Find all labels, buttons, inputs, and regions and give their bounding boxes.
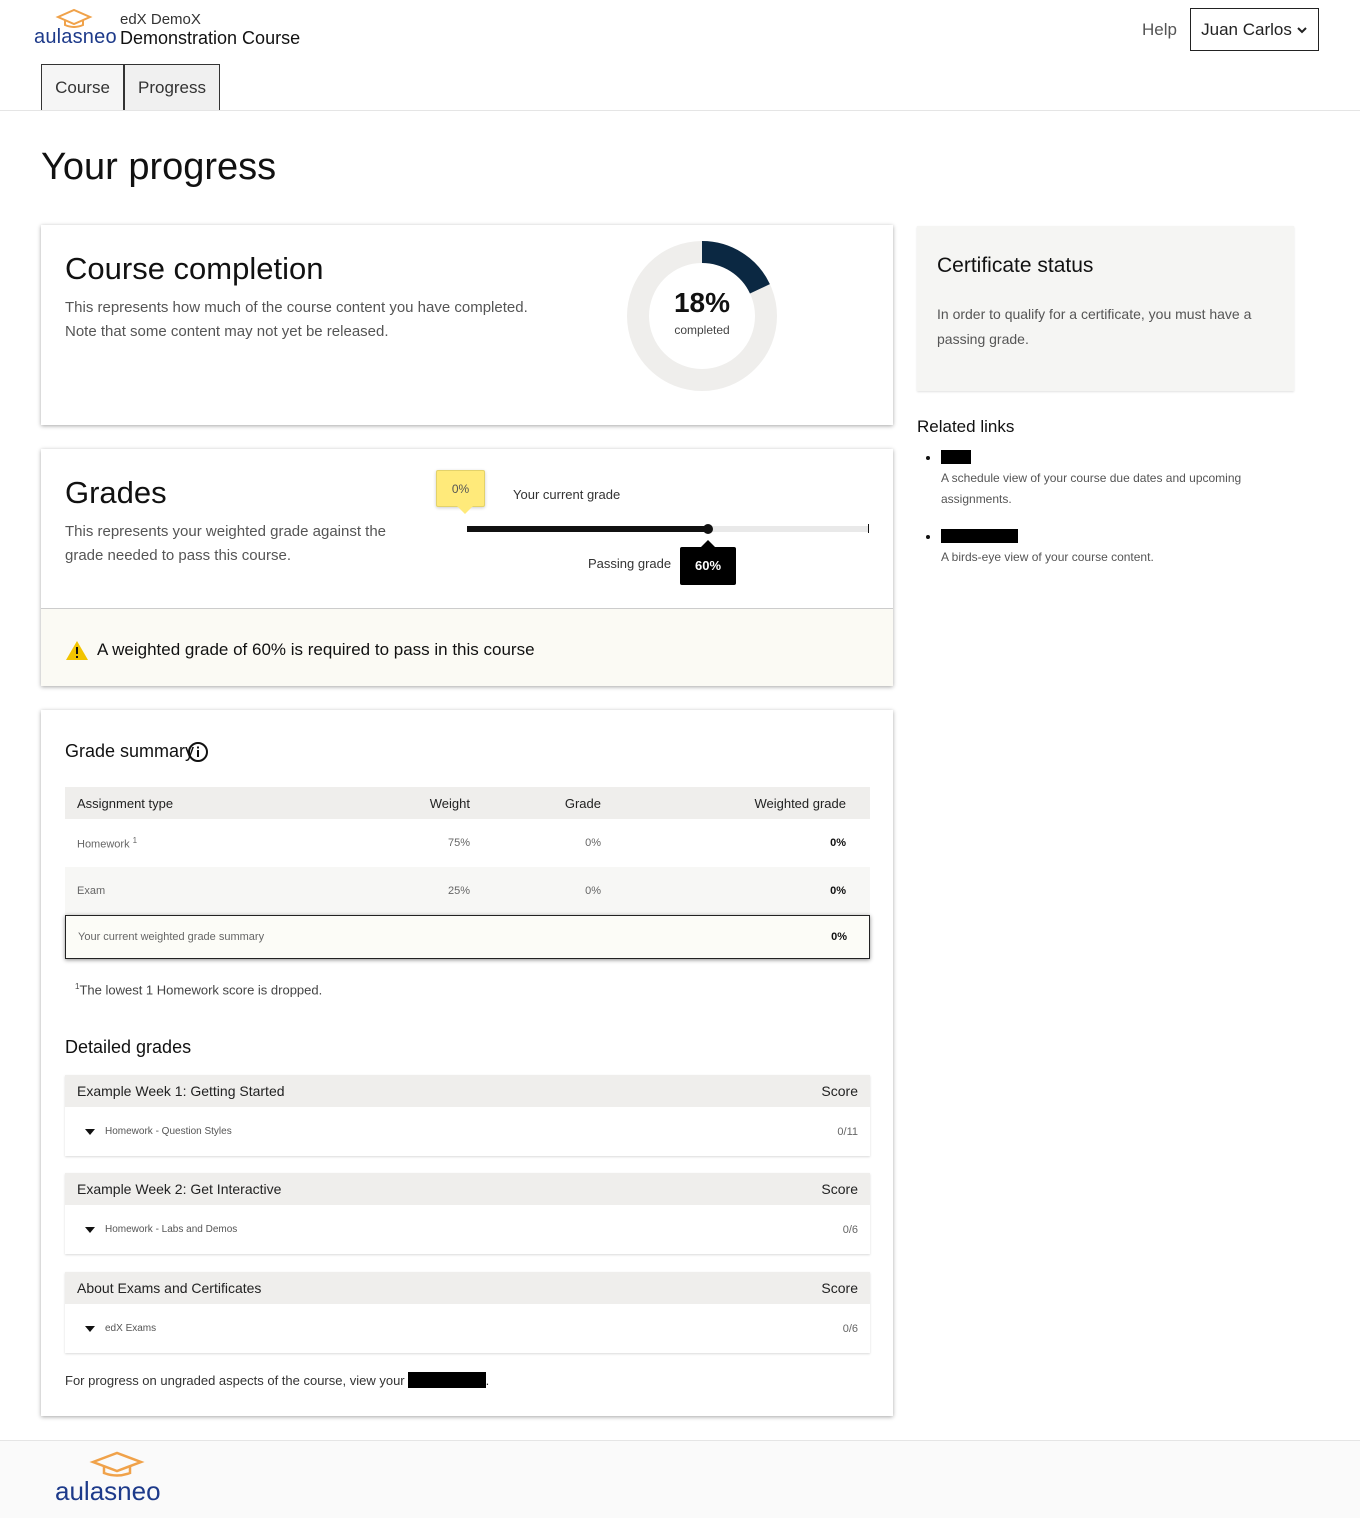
footnote-marker: 1 bbox=[132, 835, 138, 845]
course-org: edX DemoX bbox=[120, 11, 201, 28]
subsection-row[interactable]: edX Exams 0/6 bbox=[65, 1304, 870, 1353]
redacted-link[interactable] bbox=[941, 450, 971, 464]
subsection-row[interactable]: Homework - Question Styles 0/11 bbox=[65, 1107, 870, 1156]
passing-grade-marker bbox=[703, 524, 714, 534]
certificate-title: Certificate status bbox=[937, 254, 1094, 277]
subsection-score: 0/6 bbox=[842, 1322, 858, 1335]
subsection-name[interactable]: Homework - Labs and Demos bbox=[105, 1224, 237, 1235]
passing-grade-fill bbox=[467, 526, 709, 532]
caret-down-icon[interactable] bbox=[85, 1226, 95, 1233]
list-bullet bbox=[926, 456, 930, 460]
warning-icon bbox=[66, 641, 88, 660]
chevron-down-icon bbox=[1297, 26, 1307, 33]
current-grade-tooltip: 0% bbox=[436, 470, 485, 514]
graduation-cap-icon bbox=[89, 1451, 145, 1477]
weighted-grade-value: 0% bbox=[830, 885, 846, 897]
passing-grade-tooltip: 60% bbox=[680, 540, 736, 585]
related-link-description: A birds-eye view of your course content. bbox=[941, 550, 1154, 564]
header-weighted-grade: Weighted grade bbox=[754, 795, 846, 811]
info-icon[interactable] bbox=[187, 741, 209, 763]
ungraded-end: . bbox=[485, 1372, 490, 1388]
detailed-grade-group: About Exams and Certificates Score edX E… bbox=[65, 1272, 870, 1353]
certificate-status-card: Certificate status In order to qualify f… bbox=[917, 226, 1294, 391]
header-assignment-type: Assignment type bbox=[77, 795, 174, 811]
grades-card: Grades This represents your weighted gra… bbox=[41, 449, 893, 686]
grade-bar bbox=[467, 524, 869, 534]
assignment-type: Homework bbox=[77, 838, 130, 851]
score-header: Score bbox=[821, 1280, 858, 1296]
list-bullet bbox=[926, 535, 930, 539]
grades-top: Grades This represents your weighted gra… bbox=[41, 449, 893, 609]
header-grade: Grade bbox=[564, 795, 601, 811]
grade-bar-end bbox=[868, 524, 869, 533]
related-link-description: A schedule view of your course due dates… bbox=[941, 471, 1242, 506]
subsection-score: 0/11 bbox=[837, 1125, 858, 1138]
detailed-grade-group: Example Week 1: Getting Started Score Ho… bbox=[65, 1075, 870, 1156]
site-header: aulasneo edX DemoX Demonstration Course … bbox=[0, 0, 1360, 111]
related-links-title: Related links bbox=[917, 417, 1015, 436]
grades-description: This represents your weighted grade agai… bbox=[65, 523, 387, 564]
site-footer bbox=[0, 1440, 1360, 1518]
total-row: Your current weighted grade summary 0% bbox=[65, 915, 870, 959]
course-completion-card: Course completion This represents how mu… bbox=[41, 225, 893, 425]
ungraded-progress-note: For progress on ungraded aspects of the … bbox=[65, 1372, 489, 1388]
completion-percent: 18% bbox=[673, 287, 731, 318]
redacted-link[interactable] bbox=[407, 1372, 486, 1388]
section-name: Example Week 2: Get Interactive bbox=[77, 1181, 282, 1197]
grade-requirement-text: A weighted grade of 60% is required to p… bbox=[97, 640, 535, 659]
table-row: Homework 1 75% 0% 0% bbox=[65, 819, 870, 867]
grade-value: 0% bbox=[585, 885, 601, 897]
score-header: Score bbox=[821, 1181, 858, 1197]
total-value: 0% bbox=[831, 931, 847, 943]
user-menu-button[interactable]: Juan Carlos bbox=[1190, 8, 1319, 51]
brand-name: aulasneo bbox=[34, 26, 117, 48]
assignment-type: Exam bbox=[77, 885, 106, 897]
subsection-name[interactable]: Homework - Question Styles bbox=[105, 1126, 232, 1137]
grades-title: Grades bbox=[65, 475, 167, 510]
subsection-score: 0/6 bbox=[842, 1223, 858, 1236]
completion-title: Course completion bbox=[65, 251, 324, 286]
certificate-description: In order to qualify for a certificate, y… bbox=[937, 306, 1252, 347]
weighted-grade-value: 0% bbox=[830, 837, 846, 849]
total-label: Your current weighted grade summary bbox=[78, 931, 265, 943]
page-title: Your progress bbox=[41, 146, 277, 188]
footnote-text: The lowest 1 Homework score is dropped. bbox=[79, 982, 323, 998]
current-grade-label: Your current grade bbox=[513, 487, 621, 502]
table-header: Assignment type Weight Grade Weighted gr… bbox=[65, 787, 870, 819]
section-name: Example Week 1: Getting Started bbox=[77, 1083, 285, 1099]
grade-requirement-banner: A weighted grade of 60% is required to p… bbox=[41, 609, 893, 686]
subsection-name[interactable]: edX Exams bbox=[105, 1323, 156, 1334]
redacted-link[interactable] bbox=[941, 529, 1018, 543]
grade-value: 0% bbox=[585, 837, 601, 849]
table-row: Exam 25% 0% 0% bbox=[65, 867, 870, 915]
course-title: Demonstration Course bbox=[120, 28, 301, 48]
score-header: Score bbox=[821, 1083, 858, 1099]
subsection-row[interactable]: Homework - Labs and Demos 0/6 bbox=[65, 1205, 870, 1254]
tab-course[interactable]: Course bbox=[41, 64, 124, 110]
grade-footnote: 1The lowest 1 Homework score is dropped. bbox=[75, 982, 322, 997]
user-name: Juan Carlos bbox=[1201, 19, 1292, 39]
grade-summary-card: Grade summary Assignment type Weight Gra… bbox=[41, 710, 893, 1416]
caret-down-icon[interactable] bbox=[85, 1325, 95, 1332]
ungraded-text: For progress on ungraded aspects of the … bbox=[65, 1372, 405, 1388]
header-weight: Weight bbox=[429, 795, 470, 811]
grade-summary-title: Grade summary bbox=[65, 741, 195, 761]
graduation-cap-icon bbox=[55, 8, 93, 28]
weight-value: 75% bbox=[447, 837, 470, 849]
detailed-grades-title: Detailed grades bbox=[65, 1037, 192, 1057]
completion-description: This represents how much of the course c… bbox=[65, 299, 528, 340]
caret-down-icon[interactable] bbox=[85, 1128, 95, 1135]
completion-percent-label: completed bbox=[674, 323, 730, 337]
footer-brand-name: aulasneo bbox=[55, 1476, 161, 1506]
detailed-grade-group: Example Week 2: Get Interactive Score Ho… bbox=[65, 1173, 870, 1254]
passing-grade-label: Passing grade bbox=[588, 556, 672, 571]
weight-value: 25% bbox=[447, 885, 470, 897]
tab-progress[interactable]: Progress bbox=[124, 64, 220, 110]
section-name: About Exams and Certificates bbox=[77, 1280, 262, 1296]
help-link[interactable]: Help bbox=[1142, 20, 1177, 40]
grade-summary-table: Assignment type Weight Grade Weighted gr… bbox=[65, 787, 870, 959]
